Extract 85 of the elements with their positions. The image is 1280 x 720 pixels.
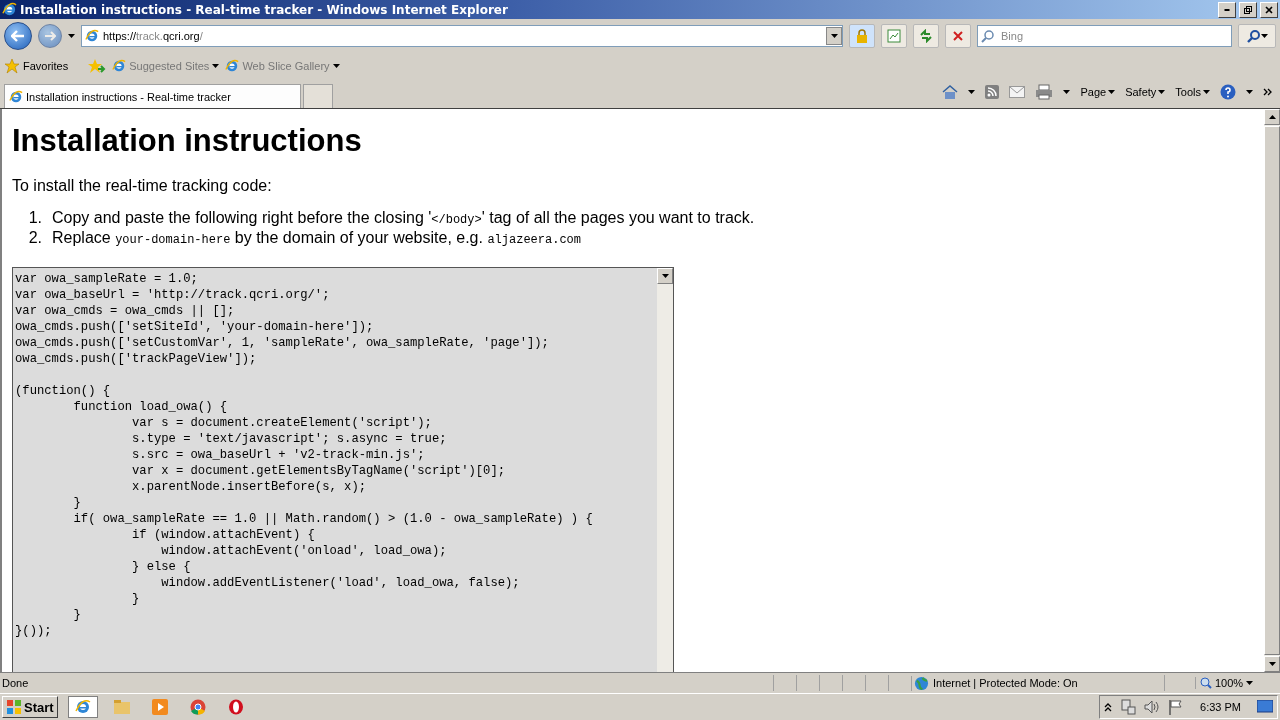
command-menu[interactable]: Tools (1175, 86, 1210, 98)
search-icon (1246, 28, 1261, 43)
start-button[interactable]: Start (2, 696, 58, 718)
step-number: 2. (28, 229, 42, 247)
taskbar-ie-button[interactable] (67, 696, 98, 718)
window-title: Installation instructions - Real-time tracker - Windows Internet Explorer (20, 2, 509, 17)
caret-icon (661, 274, 669, 278)
caret-icon (332, 64, 340, 68)
restore-button[interactable] (1239, 1, 1257, 18)
search-field[interactable]: Bing (999, 28, 1231, 43)
page-heading: Installation instructions (12, 123, 363, 159)
favorites-button[interactable]: Favorites (4, 58, 69, 74)
caret-icon (1246, 90, 1253, 94)
ie-icon (225, 59, 240, 73)
globe-icon (914, 675, 929, 691)
step-number: 1. (28, 209, 42, 227)
back-arrow-icon (11, 29, 25, 42)
o-logo-icon (227, 699, 244, 715)
close-icon (1265, 5, 1273, 14)
caret-icon (68, 33, 75, 38)
dropdown-button[interactable] (826, 26, 842, 45)
search-button[interactable] (1238, 23, 1276, 48)
page-icon (887, 28, 901, 43)
intro-text: To install the real-time tracking code: (12, 177, 273, 195)
page-scrollbar[interactable] (1264, 109, 1280, 672)
forward-button[interactable] (38, 23, 62, 48)
status-text: Done (1, 677, 30, 689)
browser-tab[interactable]: Installation instructions - Real-time tracker (4, 84, 301, 108)
minimize-icon (1224, 8, 1230, 11)
network-icon[interactable] (1120, 699, 1137, 715)
chevron-icon[interactable] (1263, 88, 1272, 96)
feed-icon[interactable] (985, 85, 1000, 99)
restore-icon (1244, 5, 1252, 14)
ie-icon (74, 699, 91, 715)
command-menu[interactable]: Safety (1125, 86, 1166, 98)
up-arrow-icon (1268, 115, 1276, 119)
caret-icon (1246, 681, 1254, 685)
play-icon (151, 699, 168, 715)
show-desktop-icon[interactable] (1257, 700, 1273, 714)
ie-icon (112, 59, 127, 73)
star-icon (4, 58, 20, 74)
padlock-icon[interactable] (849, 23, 875, 48)
refresh-button[interactable] (913, 23, 939, 48)
address-field[interactable]: https://track.qcri.org/ (81, 24, 843, 47)
caret-icon (830, 33, 838, 38)
speaker-icon[interactable] (1144, 699, 1161, 715)
minimize-button[interactable] (1218, 1, 1236, 18)
help-icon[interactable] (1220, 84, 1236, 100)
zone-indicator: Internet | Protected Mode: On (911, 675, 1164, 691)
printer-icon[interactable] (1035, 84, 1054, 100)
scrollbar[interactable] (657, 268, 673, 672)
magnifier-icon (1200, 677, 1212, 689)
clock-text: 6:33 PM (1200, 701, 1241, 713)
caret-icon (968, 90, 976, 94)
zoom-button[interactable]: 100% (1195, 677, 1280, 689)
flag-icon[interactable] (1168, 699, 1185, 715)
compatibility-button[interactable] (881, 23, 907, 48)
search-icon (981, 28, 995, 43)
step-text: Replace your-domain-here by the domain of your website, e.g. aljazeera.com (52, 229, 582, 247)
caret-icon (1063, 90, 1071, 94)
caret-icon (1268, 662, 1276, 666)
caret-icon (1203, 90, 1210, 94)
ie-icon (85, 28, 99, 43)
home-icon[interactable] (942, 84, 959, 100)
add-favorite-icon[interactable] (88, 58, 107, 74)
mail-icon[interactable] (1009, 86, 1026, 98)
windows-logo-icon (6, 699, 22, 715)
stop-button[interactable] (945, 23, 971, 48)
caret-icon (1260, 33, 1268, 38)
caret-icon (212, 64, 220, 68)
close-button[interactable] (1260, 1, 1278, 18)
caret-icon (1108, 90, 1116, 94)
back-button[interactable] (4, 21, 32, 50)
ie-icon (2, 2, 17, 17)
command-menu[interactable]: Page (1080, 86, 1116, 98)
refresh-icon (919, 28, 933, 43)
browser-logo-icon (189, 699, 206, 715)
code-text: var owa_sampleRate = 1.0; var owa_baseUrl = 'http://track.qcri.org/'; var owa_cmds = owa_cmds || []; owa_cmds.push(['setSiteId', 'your-domain-here']); owa_cmds.push(['setCustomVar', 1, 'sampleRate', owa_sampleRate, 'page']); owa_cmds.push(['trackPageView']); (function() { function load_owa() { var s = document.createElement('script'); s.type = 'text/javascript'; s.async = true; s.src = owa_baseUrl + 'v2-track-min.js'; var x = document.getElementsByTagName('script')[0]; x.parentNode.insertBefore(s, x); } if( owa_sampleRate == 1.0 || Math.random() > (1.0 - owa_sampleRate) ) { if (window.attachEvent) { window.attachEvent('onload', load_owa); } else { window.addEventListener('load', load_owa, false); } } }()); (14, 271, 594, 640)
caret-icon (1158, 90, 1166, 94)
forward-arrow-icon (44, 30, 56, 41)
search-box[interactable]: Bing (977, 24, 1232, 47)
chevron-up-icon[interactable] (1104, 702, 1113, 712)
ie-icon (9, 89, 23, 104)
folder-icon (113, 700, 130, 714)
close-icon (953, 30, 963, 41)
